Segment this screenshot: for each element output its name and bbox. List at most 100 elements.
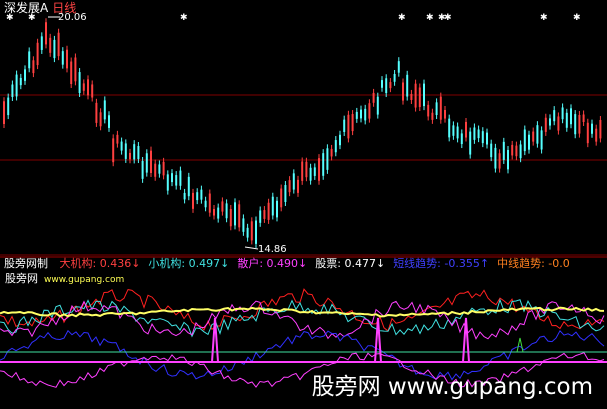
- candle-body: [208, 193, 211, 213]
- stock-name: 深发展A: [4, 1, 49, 15]
- candle-body: [448, 118, 451, 138]
- candle-body: [66, 49, 68, 69]
- candle-body: [532, 131, 535, 142]
- candle-body: [381, 80, 383, 88]
- candle-body: [540, 130, 543, 150]
- signal-spike: [374, 317, 382, 363]
- candle-body: [460, 133, 463, 145]
- indicator-item: 散户: 0.490↓: [237, 257, 308, 270]
- candle-body: [351, 114, 354, 132]
- candle-body: [141, 161, 144, 179]
- candle-body: [179, 170, 182, 186]
- candle-body: [246, 227, 249, 238]
- candle-body: [305, 161, 308, 178]
- candle-body: [11, 84, 14, 97]
- candle-body: [490, 143, 493, 158]
- candle-body: [137, 146, 140, 160]
- candle-body: [276, 200, 278, 218]
- candle-body: [599, 119, 602, 139]
- candle-body: [452, 125, 455, 136]
- candle-body: [536, 125, 539, 144]
- candle-body: [57, 32, 60, 57]
- indicator-item: 大机构: 0.436↓: [59, 257, 141, 270]
- chart-canvas[interactable]: ✱ ✱ ✱ ✱ ✱ ✱✱ ✱ ✱: [0, 0, 607, 409]
- candle-body: [28, 51, 31, 69]
- candle-body: [225, 203, 228, 219]
- candle-body: [330, 148, 333, 157]
- candle-body: [473, 127, 476, 140]
- candle-body: [129, 152, 131, 160]
- candle-body: [444, 109, 446, 119]
- candle-body: [309, 167, 312, 181]
- candle-body: [486, 132, 488, 145]
- candle-body: [502, 141, 505, 160]
- candle-body: [175, 175, 178, 186]
- candle-body: [519, 144, 522, 159]
- candle-body: [528, 134, 530, 150]
- candle-body: [7, 97, 10, 116]
- low-price-label: 14.86: [258, 244, 287, 255]
- candle-body: [242, 218, 245, 232]
- site-name: 股旁网: [5, 272, 38, 285]
- candle-body: [355, 111, 358, 119]
- candle-body: [49, 37, 52, 53]
- candle-body: [586, 122, 589, 144]
- indicator-item: 短线趋势: -0.355↑: [393, 257, 490, 270]
- candle-body: [410, 93, 413, 100]
- candle-body: [61, 51, 64, 65]
- candle-body: [238, 204, 241, 228]
- candle-body: [322, 153, 325, 176]
- candle-body: [24, 69, 26, 81]
- candle-body: [284, 185, 287, 202]
- candle-body: [561, 107, 564, 120]
- candle-body: [229, 208, 232, 227]
- candle-body: [292, 173, 295, 190]
- site-url: www.gupang.com: [44, 275, 125, 285]
- candle-body: [162, 161, 165, 176]
- indicator-bar: 股旁网制 大机构: 0.436↓ 小机构: 0.497↓ 散户: 0.490↓ 股票:…: [4, 256, 586, 272]
- candle-body: [402, 82, 404, 101]
- series-cyan: [0, 298, 605, 338]
- candle-body: [3, 101, 5, 124]
- candle-body: [406, 74, 409, 97]
- candle-body: [91, 84, 94, 98]
- candle-body: [318, 158, 320, 181]
- candle-body: [95, 102, 98, 123]
- marker-star: ✱: [398, 13, 406, 23]
- candle-body: [557, 116, 560, 131]
- candle-body: [477, 129, 480, 139]
- candle-body: [372, 92, 375, 103]
- candle-body: [393, 73, 396, 82]
- candle-body: [120, 141, 123, 151]
- candle-body: [70, 61, 73, 85]
- candle-body: [87, 79, 89, 96]
- candle-body: [158, 164, 161, 174]
- marker-star: ✱: [426, 13, 434, 23]
- indicator-name: 股旁网制: [4, 257, 48, 270]
- candle-body: [582, 114, 585, 122]
- candle-body: [213, 208, 215, 216]
- candle-body: [301, 161, 304, 181]
- candle-body: [200, 189, 203, 200]
- candle-body: [574, 114, 577, 135]
- candle-body: [507, 150, 509, 170]
- indicator-item: 小机构: 0.497↓: [148, 257, 230, 270]
- candle-body: [481, 131, 484, 144]
- marker-star: ✱: [444, 13, 452, 23]
- candle-body: [494, 147, 497, 169]
- candle-body: [423, 83, 425, 107]
- candle-body: [250, 221, 253, 241]
- indicator-items: 大机构: 0.436↓ 小机构: 0.497↓ 散户: 0.490↓ 股票: 0.47…: [60, 257, 578, 270]
- signal-spike-green: [516, 337, 524, 353]
- candle-body: [591, 123, 593, 134]
- candle-body: [267, 202, 270, 220]
- watermark: 股旁网 www.gupang.com: [311, 374, 593, 400]
- candle-body: [255, 220, 257, 244]
- candle-body: [435, 102, 438, 116]
- candle-body: [456, 126, 459, 139]
- candle-body: [40, 36, 43, 50]
- chart-window: ✱ ✱ ✱ ✱ ✱ ✱ ✱ ✱ ✱ 深发展A 日线 20.06 14.86 股旁网制 大机构: 0…: [0, 0, 607, 409]
- candle-body: [326, 148, 329, 170]
- candle-body: [343, 119, 346, 132]
- candle-body: [385, 78, 388, 94]
